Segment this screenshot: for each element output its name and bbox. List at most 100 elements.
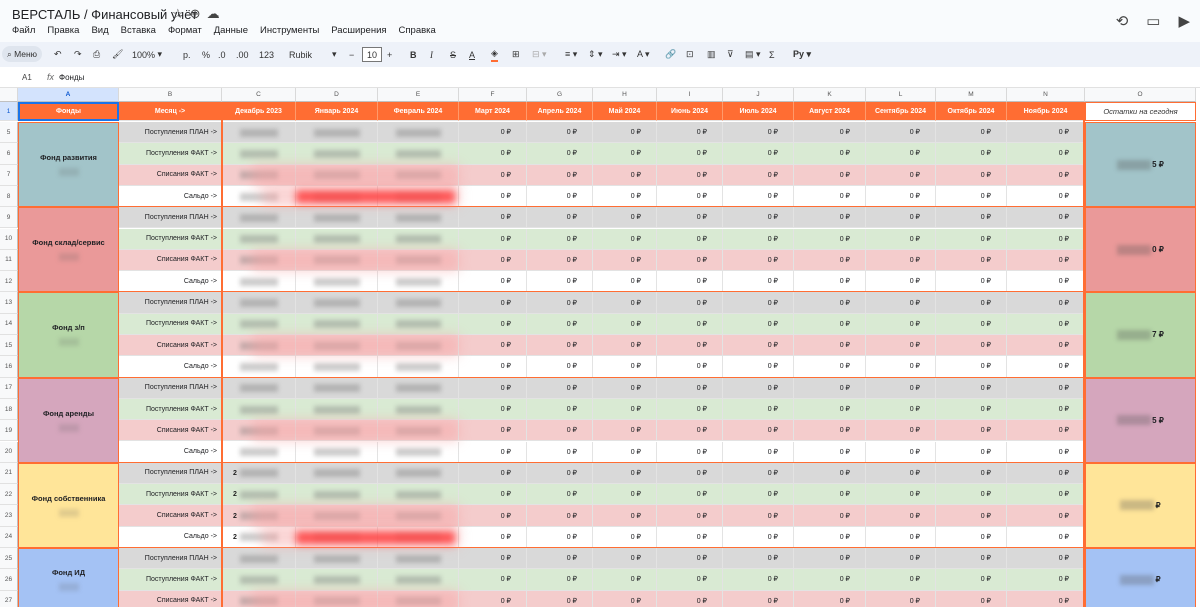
currency-button[interactable]: р. — [183, 47, 191, 62]
row-header[interactable]: 24 — [0, 526, 18, 548]
history-icon[interactable]: ⟲ — [1116, 12, 1129, 30]
blurred-value-cell[interactable] — [296, 356, 378, 378]
column-header[interactable]: N — [1007, 88, 1085, 102]
fund-balance-cell[interactable]: 7 ₽ — [1085, 292, 1196, 378]
value-cell[interactable]: 0 ₽ — [723, 164, 794, 186]
value-cell[interactable]: 0 ₽ — [794, 271, 866, 293]
row-header[interactable]: 10 — [0, 228, 18, 250]
blurred-value-cell[interactable] — [378, 356, 459, 378]
value-cell[interactable]: 0 ₽ — [593, 271, 657, 293]
value-cell[interactable]: 0 ₽ — [527, 207, 593, 229]
value-cell[interactable]: 0 ₽ — [723, 207, 794, 229]
value-cell[interactable]: 0 ₽ — [936, 164, 1007, 186]
value-cell[interactable]: 0 ₽ — [723, 420, 794, 442]
row-header[interactable]: 25 — [0, 548, 18, 570]
fund-balance-cell[interactable]: ₽ — [1085, 462, 1196, 548]
fund-balance-cell[interactable]: 5 ₽ — [1085, 377, 1196, 463]
blurred-value-cell[interactable] — [222, 207, 296, 229]
value-cell[interactable]: 0 ₽ — [1007, 548, 1085, 570]
value-cell[interactable]: 0 ₽ — [657, 313, 723, 335]
blurred-value-cell[interactable] — [378, 569, 459, 591]
value-cell[interactable]: 0 ₽ — [593, 292, 657, 314]
value-cell[interactable]: 0 ₽ — [794, 335, 866, 357]
decrease-decimal-button[interactable]: .0 — [218, 47, 226, 62]
value-cell[interactable]: 0 ₽ — [657, 484, 723, 506]
row-label-cell[interactable]: Поступления ПЛАН -> — [119, 377, 222, 399]
value-cell[interactable]: 0 ₽ — [1007, 249, 1085, 272]
value-cell[interactable]: 0 ₽ — [459, 249, 527, 272]
value-cell[interactable]: 0 ₽ — [794, 377, 866, 399]
value-cell[interactable]: 0 ₽ — [459, 292, 527, 314]
row-label-cell[interactable]: Поступления ПЛАН -> — [119, 292, 222, 314]
blurred-value-cell[interactable] — [378, 441, 459, 463]
row-header[interactable]: 8 — [0, 185, 18, 208]
value-cell[interactable]: 0 ₽ — [866, 420, 936, 442]
blurred-value-cell[interactable] — [222, 548, 296, 570]
value-cell[interactable]: 0 ₽ — [593, 335, 657, 357]
value-cell[interactable]: 0 ₽ — [794, 398, 866, 421]
value-cell[interactable]: 0 ₽ — [1007, 122, 1085, 144]
row-label-cell[interactable]: Списания ФАКТ -> — [119, 420, 222, 442]
menu-item[interactable]: Вид — [91, 25, 108, 36]
value-cell[interactable]: 0 ₽ — [527, 548, 593, 570]
row-label-cell[interactable]: Сальдо -> — [119, 271, 222, 293]
menu-item[interactable]: Данные — [214, 25, 248, 36]
blurred-value-cell[interactable] — [222, 122, 296, 144]
value-cell[interactable]: 0 ₽ — [866, 441, 936, 463]
value-cell[interactable]: 0 ₽ — [593, 164, 657, 186]
column-header[interactable]: D — [296, 88, 378, 102]
row-header[interactable]: 22 — [0, 484, 18, 506]
value-cell[interactable]: 0 ₽ — [936, 398, 1007, 421]
document-title[interactable]: ВЕРСТАЛЬ / Финансовый учёт — [12, 7, 197, 22]
value-cell[interactable]: 0 ₽ — [593, 377, 657, 399]
value-cell[interactable]: 0 ₽ — [527, 249, 593, 272]
value-cell[interactable]: 0 ₽ — [723, 313, 794, 335]
value-cell[interactable]: 0 ₽ — [723, 548, 794, 570]
value-cell[interactable]: 0 ₽ — [527, 420, 593, 442]
row-label-cell[interactable]: Поступления ПЛАН -> — [119, 462, 222, 485]
header-cell[interactable]: Январь 2024 — [296, 102, 378, 121]
value-cell[interactable]: 0 ₽ — [593, 420, 657, 442]
value-cell[interactable]: 0 ₽ — [866, 505, 936, 527]
value-cell[interactable]: 0 ₽ — [866, 249, 936, 272]
value-cell[interactable]: 0 ₽ — [866, 526, 936, 548]
value-cell[interactable]: 0 ₽ — [593, 398, 657, 421]
value-cell[interactable]: 0 ₽ — [527, 398, 593, 421]
fund-name-cell[interactable]: Фонд развития — [18, 122, 119, 208]
header-cell[interactable]: Ноябрь 2024 — [1007, 102, 1085, 121]
header-cell[interactable]: Февраль 2024 — [378, 102, 459, 121]
value-cell[interactable]: 0 ₽ — [527, 185, 593, 208]
row-label-cell[interactable]: Поступления ФАКТ -> — [119, 143, 222, 165]
value-cell[interactable]: 0 ₽ — [936, 590, 1007, 607]
value-cell[interactable]: 0 ₽ — [593, 313, 657, 335]
value-cell[interactable]: 0 ₽ — [1007, 292, 1085, 314]
value-cell[interactable]: 0 ₽ — [593, 441, 657, 463]
value-cell[interactable]: 0 ₽ — [527, 313, 593, 335]
value-cell[interactable]: 0 ₽ — [1007, 526, 1085, 548]
value-cell[interactable]: 0 ₽ — [527, 484, 593, 506]
value-cell[interactable]: 0 ₽ — [593, 569, 657, 591]
blurred-value-cell[interactable] — [378, 271, 459, 293]
row-label-cell[interactable]: Сальдо -> — [119, 441, 222, 463]
blurred-value-cell[interactable] — [296, 143, 378, 165]
functions-button[interactable]: Σ — [769, 47, 775, 62]
value-cell[interactable]: 0 ₽ — [459, 271, 527, 293]
row-header[interactable]: 14 — [0, 313, 18, 335]
blurred-value-cell[interactable] — [222, 441, 296, 463]
name-box[interactable]: A1 — [22, 73, 32, 82]
column-header[interactable]: O — [1085, 88, 1196, 102]
vertical-align-icon[interactable]: ⇕ ▾ — [588, 47, 603, 62]
value-cell[interactable]: 0 ₽ — [794, 207, 866, 229]
value-cell[interactable]: 0 ₽ — [723, 526, 794, 548]
value-cell[interactable]: 0 ₽ — [723, 271, 794, 293]
value-cell[interactable]: 0 ₽ — [794, 356, 866, 378]
menu-item[interactable]: Вставка — [121, 25, 156, 36]
blurred-value-cell[interactable] — [222, 569, 296, 591]
value-cell[interactable]: 0 ₽ — [936, 335, 1007, 357]
value-cell[interactable]: 0 ₽ — [527, 462, 593, 485]
header-cell-funds[interactable]: Фонды — [18, 102, 119, 121]
value-cell[interactable]: 0 ₽ — [527, 590, 593, 607]
value-cell[interactable]: 0 ₽ — [527, 164, 593, 186]
header-cell[interactable]: Месяц -> — [119, 102, 222, 121]
blurred-value-cell[interactable] — [378, 292, 459, 314]
